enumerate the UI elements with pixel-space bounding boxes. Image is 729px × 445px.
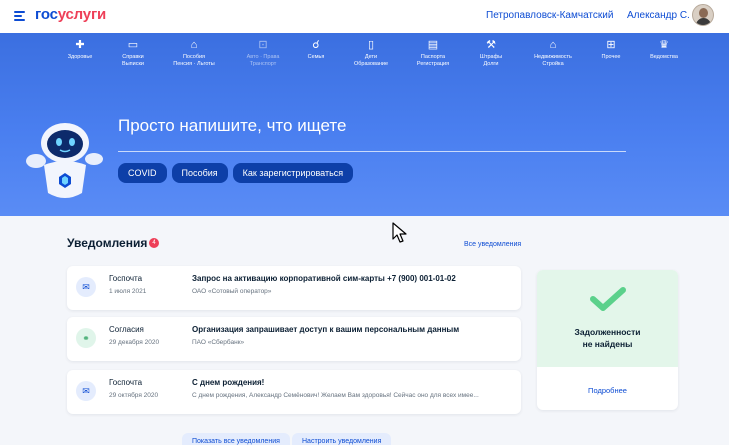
notifications-count-badge: 4 (149, 238, 159, 248)
car-icon: ⊡ (258, 39, 268, 51)
category-fines[interactable]: ⚒ Штрафы Долги (461, 39, 521, 68)
grid-icon: ⊞ (606, 39, 616, 51)
chip-how-to-register[interactable]: Как зарегистрироваться (232, 163, 354, 183)
category-certificates[interactable]: ▭ Справки Выписки (103, 39, 163, 68)
category-benefits[interactable]: ⌂ Пособия Пенсия · Льготы (164, 39, 224, 68)
chip-benefits[interactable]: Пособия (171, 163, 228, 183)
notification-card[interactable]: ✉ Госпочта 1 июля 2021 Запрос на активац… (67, 266, 521, 310)
notification-source: Госпочта (109, 274, 143, 283)
debt-more-link[interactable]: Подробнее (537, 386, 678, 395)
city-selector[interactable]: Петропавловск-Камчатский (486, 10, 613, 21)
debt-status-card: Задолженности не найдены Подробнее (537, 270, 678, 410)
all-notifications-link[interactable]: Все уведомления (464, 241, 521, 248)
category-nav: ✚ Здоровье ▭ Справки Выписки ⌂ Пособия П… (60, 39, 700, 79)
notifications-title: Уведомления (67, 236, 148, 250)
checkmark-icon (590, 287, 626, 311)
folder-icon: ▭ (127, 39, 139, 51)
house-icon: ⌂ (549, 39, 557, 51)
avatar[interactable] (692, 4, 714, 26)
notification-subject: С днем рождения! (192, 378, 265, 387)
stroller-icon: ☌ (312, 39, 320, 51)
search-prompt-title[interactable]: Просто напишите, что ищете (118, 116, 346, 136)
consent-icon: ⚭ (76, 328, 96, 348)
category-other[interactable]: ⊞ Прочее (581, 39, 641, 61)
gosuslugi-logo[interactable]: госуслуги (35, 6, 106, 23)
notification-card[interactable]: ⚭ Согласия 29 декабря 2020 Организация з… (67, 317, 521, 361)
notification-settings-button[interactable]: Настроить уведомления (292, 433, 392, 445)
hero-banner: ✚ Здоровье ▭ Справки Выписки ⌂ Пособия П… (0, 33, 729, 216)
quick-chips: COVID Пособия Как зарегистрироваться (118, 163, 354, 183)
notification-date: 1 июля 2021 (109, 288, 147, 295)
bag-icon: ⌂ (190, 39, 198, 51)
search-underline (118, 151, 626, 152)
notification-org: С днем рождения, Александр Семёнович! Же… (192, 392, 479, 399)
notification-subject: Организация запрашивает доступ к вашим п… (192, 325, 460, 334)
category-realty[interactable]: ⌂ Недвижимость Стройка (523, 39, 583, 68)
mouse-cursor-icon (392, 222, 407, 243)
robot-assistant-icon[interactable] (22, 113, 107, 213)
category-health[interactable]: ✚ Здоровье (50, 39, 110, 61)
mail-icon: ✉ (76, 277, 96, 297)
debt-status-text: Задолженности не найдены (574, 327, 641, 349)
mail-icon: ✉ (76, 381, 96, 401)
category-auto[interactable]: ⊡ Авто · Права Транспорт (233, 39, 293, 68)
notification-subject: Запрос на активацию корпоративной сим-ка… (192, 274, 456, 283)
chip-covid[interactable]: COVID (118, 163, 167, 183)
menu-icon[interactable] (14, 11, 25, 21)
notification-org: ОАО «Сотовый оператор» (192, 288, 272, 295)
user-name[interactable]: Александр С. (627, 10, 690, 21)
notification-org: ПАО «Сбербанк» (192, 339, 245, 346)
plus-cross-icon: ✚ (75, 39, 85, 51)
category-family[interactable]: ☌ Семья (286, 39, 346, 61)
notification-date: 29 декабря 2020 (109, 339, 160, 346)
category-children[interactable]: ▯ Дети Образование (341, 39, 401, 68)
gavel-icon: ⚒ (486, 39, 496, 51)
notification-date: 29 октября 2020 (109, 392, 159, 399)
debt-status-panel: Задолженности не найдены (537, 270, 678, 367)
category-passports[interactable]: ▤ Паспорта Регистрация (403, 39, 463, 68)
notification-source: Согласия (109, 325, 144, 334)
notification-card[interactable]: ✉ Госпочта 29 октября 2020 С днем рожден… (67, 370, 521, 414)
notification-source: Госпочта (109, 378, 143, 387)
passport-icon: ▤ (427, 39, 439, 51)
category-agencies[interactable]: ♛ Ведомства (634, 39, 694, 61)
top-header: госуслуги Петропавловск-Камчатский Алекс… (0, 0, 729, 33)
emblem-icon: ♛ (659, 39, 669, 51)
book-icon: ▯ (367, 39, 375, 51)
show-all-notifications-button[interactable]: Показать все уведомления (182, 433, 290, 445)
